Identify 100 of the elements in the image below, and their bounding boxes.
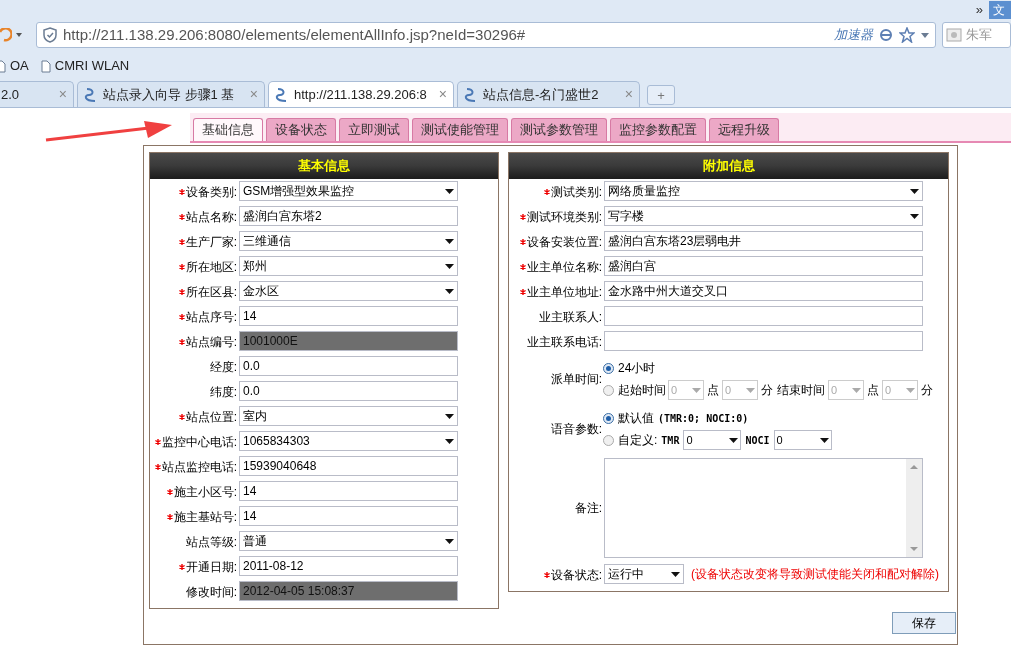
- bookmark-link[interactable]: OA: [0, 56, 29, 76]
- field-label: 测试类别:: [550, 183, 602, 201]
- panel-header: 基本信息: [150, 153, 498, 179]
- radio-button[interactable]: [603, 434, 614, 446]
- input-field[interactable]: 0.0: [239, 381, 458, 401]
- image-icon: [946, 27, 962, 43]
- input-field[interactable]: 金水路中州大道交叉口: [604, 281, 923, 301]
- select-value: 1065834303: [243, 433, 310, 450]
- input-field[interactable]: 0.0: [239, 356, 458, 376]
- field-label: 业主单位地址:: [526, 283, 602, 301]
- search-placeholder: 朱军: [966, 26, 992, 45]
- select-field[interactable]: 郑州: [239, 256, 458, 276]
- radio-button[interactable]: [603, 362, 614, 374]
- caret-icon: [910, 213, 919, 219]
- caret-icon: [445, 238, 454, 244]
- caret-icon: [445, 288, 454, 294]
- field-label: 开通日期:: [185, 558, 237, 576]
- select-value: 郑州: [243, 258, 267, 275]
- input-field[interactable]: 盛润白宫: [604, 256, 923, 276]
- tab-title: 2.0: [1, 85, 21, 104]
- caret-icon: [910, 188, 919, 194]
- input-field[interactable]: 15939040648: [239, 456, 458, 476]
- field-label: 业主联系电话:: [526, 333, 602, 351]
- caret-icon: [445, 538, 454, 544]
- input-field[interactable]: 14: [239, 506, 458, 526]
- hint-text: NOCI: [745, 433, 770, 448]
- field-label: 修改时间:: [185, 583, 237, 601]
- unit-label: 分: [761, 382, 773, 399]
- address-bar[interactable]: http://211.138.29.206:8080/elements/elementAllInfo.jsp?neId=30296# 加速器: [36, 22, 936, 48]
- field-label: 站点监控电话:: [161, 458, 237, 476]
- page-icon: [40, 59, 51, 73]
- caret-icon: [906, 387, 915, 393]
- select-field[interactable]: 0: [683, 430, 742, 450]
- field-label: 设备状态:: [550, 566, 602, 584]
- unit-label: 点: [707, 382, 719, 399]
- caret-icon: [692, 387, 701, 393]
- shield-icon: [43, 27, 57, 43]
- close-button[interactable]: ×: [438, 84, 447, 105]
- radio-label: 自定义:: [618, 432, 658, 449]
- input-field[interactable]: [604, 331, 923, 351]
- radio-label: 起始时间: [618, 382, 666, 399]
- input-field[interactable]: 14: [239, 306, 458, 326]
- save-button[interactable]: 保存: [892, 612, 956, 634]
- select-value: 室内: [243, 408, 267, 425]
- select-field[interactable]: 金水区: [239, 281, 458, 301]
- radio-button[interactable]: [603, 384, 614, 396]
- page-tab[interactable]: 监控参数配置: [610, 118, 706, 141]
- input-field[interactable]: [604, 306, 923, 326]
- page-logo-icon: [275, 86, 289, 103]
- select-field[interactable]: 1065834303: [239, 431, 458, 451]
- page-tab[interactable]: 基础信息: [193, 118, 263, 141]
- field-label: 备注:: [574, 500, 602, 517]
- undo-icon: [0, 28, 12, 42]
- input-field[interactable]: 盛润白宫东塔2: [239, 206, 458, 226]
- select-field[interactable]: 三维通信: [239, 231, 458, 251]
- select-value: 0: [776, 432, 783, 448]
- url-text: http://211.138.29.206:8080/elements/elementAllInfo.jsp?neId=30296#: [63, 24, 527, 45]
- page-tab[interactable]: 立即测试: [339, 118, 409, 141]
- select-field[interactable]: 写字楼: [604, 206, 923, 226]
- page-tab[interactable]: 测试参数管理: [511, 118, 607, 141]
- field-label: 派单时间:: [550, 371, 602, 388]
- new-tab-button[interactable]: +: [647, 85, 675, 105]
- arrow-icon: [45, 121, 172, 142]
- field-label: 施主基站号:: [173, 508, 237, 526]
- field-label: 站点名称:: [185, 208, 237, 226]
- input-field[interactable]: 14: [239, 481, 458, 501]
- caret-icon: [445, 413, 454, 419]
- tab-title: http://211.138.29.206:8: [294, 85, 428, 104]
- radio-button[interactable]: [603, 412, 614, 424]
- caret-icon: [819, 437, 829, 443]
- input-field[interactable]: 盛润白宫东塔23层弱电井: [604, 231, 923, 251]
- accelerator-link[interactable]: 加速器: [834, 25, 873, 45]
- hint-text: (TMR:0; NOCI:0): [658, 411, 749, 426]
- caret-icon: [445, 263, 454, 269]
- menu-chevron[interactable]: »: [975, 0, 983, 20]
- browser-tab[interactable]: 站点录入向导 步骤1 基 ×: [77, 81, 265, 107]
- scrollbar-icon: [906, 459, 922, 557]
- bookmark-link[interactable]: CMRI WLAN: [40, 56, 130, 76]
- select-value: 0: [885, 382, 892, 398]
- readonly-field: 1001000E: [239, 331, 458, 351]
- select-field[interactable]: 运行中: [604, 564, 684, 584]
- browser-tab[interactable]: 2.0 ×: [0, 81, 74, 107]
- browser-tab[interactable]: http://211.138.29.206:8 ×: [268, 81, 454, 107]
- page-tab[interactable]: 设备状态: [266, 118, 336, 141]
- warning-note: (设备状态改变将导致测试使能关闭和配对解除): [691, 566, 939, 583]
- select-field[interactable]: 普通: [239, 531, 458, 551]
- select-field[interactable]: GSM增强型效果监控: [239, 181, 458, 201]
- select-field[interactable]: 室内: [239, 406, 458, 426]
- caret-icon: [445, 438, 454, 444]
- browser-tab[interactable]: 站点信息-名门盛世2 ×: [457, 81, 640, 107]
- radio-label: 24小时: [618, 360, 656, 377]
- notes-textarea[interactable]: [604, 458, 923, 558]
- page-tab[interactable]: 远程升级: [709, 118, 779, 141]
- field-label: 生产厂家:: [185, 233, 237, 251]
- page-tab[interactable]: 测试使能管理: [412, 118, 508, 141]
- select-field[interactable]: 网络质量监控: [604, 181, 923, 201]
- field-label: 经度:: [209, 358, 237, 376]
- select-field[interactable]: 0: [773, 430, 832, 450]
- field-label: 设备安装位置:: [526, 233, 602, 251]
- input-field[interactable]: 2011-08-12: [239, 556, 458, 576]
